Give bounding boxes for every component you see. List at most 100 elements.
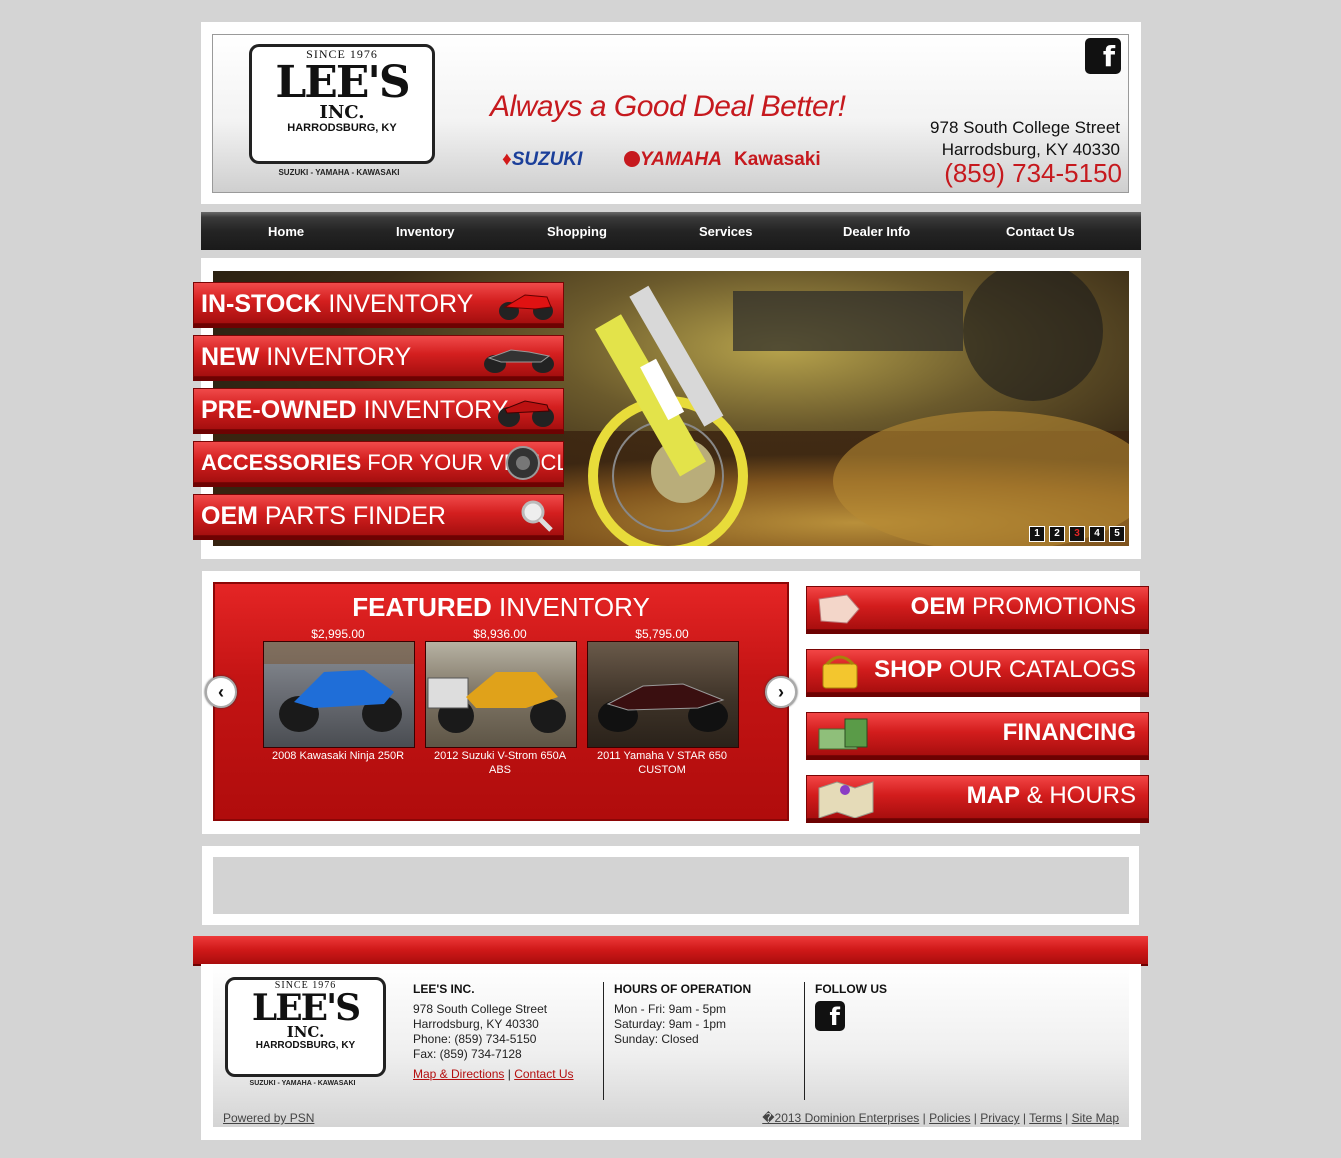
map-directions-link[interactable]: Map & Directions [413, 1067, 504, 1081]
carousel-prev-button[interactable]: ‹ [205, 676, 237, 708]
policies-link[interactable]: Policies [929, 1111, 970, 1125]
featured-price-1: $2,995.00 [311, 627, 365, 641]
footer-contact-link[interactable]: Contact Us [514, 1067, 573, 1081]
in-stock-inventory-tab[interactable]: IN-STOCK INVENTORY [193, 282, 564, 324]
map-icon [818, 781, 874, 818]
cruiser-bike-image [598, 683, 728, 732]
sport-bike-icon [499, 294, 553, 320]
site-map-link[interactable]: Site Map [1072, 1111, 1119, 1125]
nav-home[interactable]: Home [268, 224, 304, 239]
terms-link[interactable]: Terms [1029, 1111, 1062, 1125]
footer-links: Map & Directions | Contact Us [413, 1067, 574, 1081]
privacy-link[interactable]: Privacy [980, 1111, 1019, 1125]
footer-red-bar [193, 936, 1148, 966]
slide-dot-5[interactable]: 5 [1109, 526, 1125, 542]
logo-name: LEE'S [275, 57, 410, 108]
kawasaki-logo: Kawasaki [734, 149, 821, 171]
footer-fax: Fax: (859) 734-7128 [413, 1047, 522, 1061]
tab-bold: PRE-OWNED [201, 396, 357, 424]
shop-catalogs-button[interactable]: SHOP OUR CATALOGS [806, 649, 1149, 693]
header-phone[interactable]: (859) 734-5150 [944, 158, 1122, 189]
footer-logo[interactable]: SINCE 1976 LEE'S INC. HARRODSBURG, KY [225, 977, 386, 1077]
slide-dot-2[interactable]: 2 [1049, 526, 1065, 542]
side-btn-bold: MAP [966, 782, 1020, 809]
money-icon [818, 718, 868, 750]
kawasaki-text: Kawasaki [734, 149, 821, 170]
featured-price-3: $5,795.00 [635, 627, 689, 641]
empty-content-area [213, 857, 1129, 914]
footer-divider-1 [603, 982, 604, 1100]
tagline: Always a Good Deal Better! [490, 90, 846, 123]
footer-divider-2 [804, 982, 805, 1100]
nav-services[interactable]: Services [699, 224, 753, 239]
footer-legal-links: �2013 Dominion Enterprises | Policies | … [762, 1111, 1119, 1125]
accessories-tab[interactable]: ACCESSORIES FOR YOUR VEHICLE [193, 441, 564, 483]
oem-promotions-button[interactable]: OEM PROMOTIONS [806, 586, 1149, 630]
header-address-line2: Harrodsburg, KY 40330 [941, 140, 1120, 159]
powered-by-link[interactable]: Powered by PSN [223, 1111, 314, 1125]
featured-title-rest: INVENTORY [491, 592, 650, 622]
slide-dot-3-active[interactable]: 3 [1069, 526, 1085, 542]
hours-sunday: Sunday: Closed [614, 1032, 699, 1046]
header-address-line1: 978 South College Street [930, 118, 1120, 137]
tab-rest: INVENTORY [321, 290, 474, 318]
nav-shopping[interactable]: Shopping [547, 224, 607, 239]
hours-weekday: Mon - Fri: 9am - 5pm [614, 1002, 727, 1016]
side-btn-rest: PROMOTIONS [965, 593, 1136, 620]
yamaha-text: YAMAHA [640, 149, 722, 170]
tab-bold: OEM [201, 502, 258, 530]
financing-button[interactable]: FINANCING [806, 712, 1149, 756]
featured-title-bold: FEATURED [352, 592, 492, 622]
carousel-next-button[interactable]: › [765, 676, 797, 708]
pre-owned-inventory-tab[interactable]: PRE-OWNED INVENTORY [193, 388, 564, 430]
copyright-link[interactable]: �2013 Dominion Enterprises [762, 1111, 919, 1125]
nav-inventory[interactable]: Inventory [396, 224, 455, 239]
featured-photo-1[interactable] [263, 641, 415, 748]
featured-photo-3[interactable] [587, 641, 739, 748]
suzuki-logo: ♦SUZUKI [502, 149, 583, 170]
slide-dot-4[interactable]: 4 [1089, 526, 1105, 542]
footer-phone: Phone: (859) 734-5150 [413, 1032, 537, 1046]
tire-icon [506, 446, 540, 480]
side-btn-rest: & HOURS [1019, 782, 1136, 809]
side-btn-bold: SHOP [874, 656, 943, 683]
footer-facebook-icon[interactable]: f [815, 1001, 845, 1031]
logo-city: HARRODSBURG, KY [287, 122, 397, 134]
suzuki-text: SUZUKI [511, 149, 583, 170]
tab-bold: NEW [201, 343, 260, 371]
atv-icon [498, 400, 554, 427]
footer-hours-title: HOURS OF OPERATION [614, 982, 752, 996]
footer-logo-brands: SUZUKI - YAMAHA - KAWASAKI [249, 1080, 356, 1087]
cruiser-icon [484, 349, 554, 373]
new-inventory-tab[interactable]: NEW INVENTORY [193, 335, 564, 377]
tab-rest: INVENTORY [259, 343, 412, 371]
nav-contact-us[interactable]: Contact Us [1006, 224, 1075, 239]
featured-name-1[interactable]: 2008 Kawasaki Ninja 250R [262, 749, 414, 763]
footer-follow-title: FOLLOW US [815, 982, 887, 996]
tab-bold: ACCESSORIES [201, 450, 362, 475]
adventure-bike-image [427, 672, 566, 733]
map-hours-button[interactable]: MAP & HOURS [806, 775, 1149, 819]
lees-logo[interactable]: SINCE 1976 LEE'S INC. HARRODSBURG, KY [249, 44, 435, 164]
tab-rest: PARTS FINDER [257, 502, 446, 530]
slide-dot-1[interactable]: 1 [1029, 526, 1045, 542]
yamaha-logo: YAMAHA [624, 149, 722, 171]
featured-name-3[interactable]: 2011 Yamaha V STAR 650 CUSTOM [586, 749, 738, 777]
logo-city: HARRODSBURG, KY [255, 1040, 356, 1051]
facebook-icon[interactable]: f [1085, 38, 1121, 74]
logo-brands-line: SUZUKI - YAMAHA - KAWASAKI [278, 168, 400, 177]
side-btn-bold: FINANCING [1002, 719, 1136, 746]
featured-title: FEATURED INVENTORY [213, 592, 789, 623]
link-separator: | [507, 1067, 511, 1081]
featured-photo-2[interactable] [425, 641, 577, 748]
nav-dealer-info[interactable]: Dealer Info [843, 224, 910, 239]
main-nav: Home Inventory Shopping Services Dealer … [201, 212, 1141, 250]
oem-parts-finder-tab[interactable]: OEM PARTS FINDER [193, 494, 564, 536]
footer-address-line1: 978 South College Street [413, 1002, 548, 1016]
blue-sportbike-image [264, 642, 414, 732]
hours-saturday: Saturday: 9am - 1pm [614, 1017, 727, 1031]
footer-address-line2: Harrodsburg, KY 40330 [413, 1017, 539, 1031]
side-btn-bold: OEM [910, 593, 966, 620]
featured-name-2[interactable]: 2012 Suzuki V-Strom 650A ABS [424, 749, 576, 777]
magnifier-icon [521, 500, 553, 532]
